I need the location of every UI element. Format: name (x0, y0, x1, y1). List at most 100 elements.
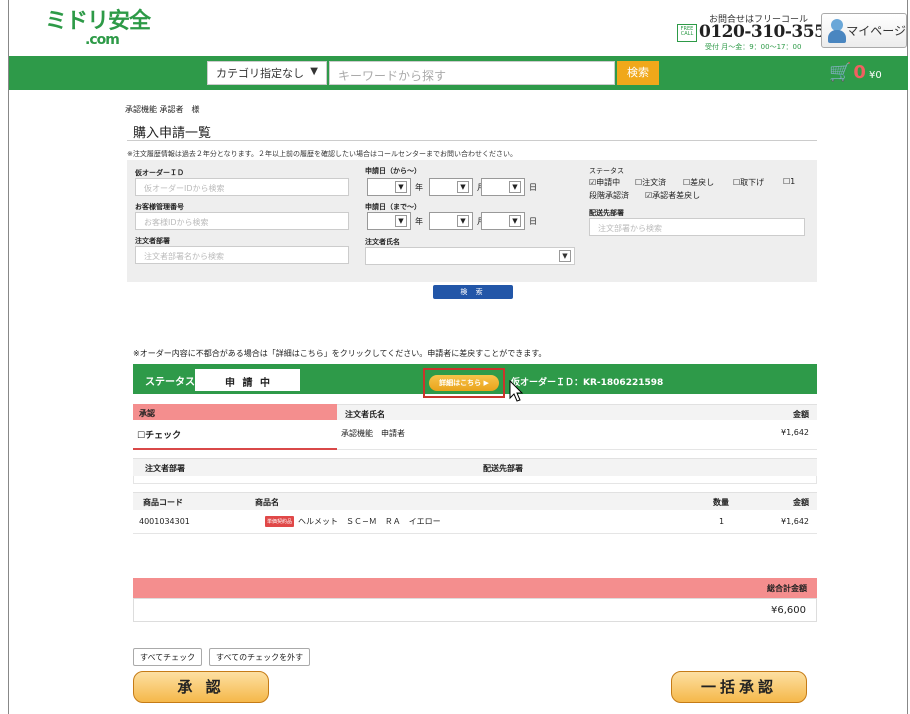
status-checkbox-approver-returned[interactable]: ☑承認者差戻し (645, 190, 700, 201)
uncheck-all-button[interactable]: すべてのチェックを外す (209, 648, 311, 666)
user-avatar-icon (828, 18, 846, 43)
orderer-header: 注文者氏名 (345, 410, 385, 419)
temp-order-label: 仮オーダーＩＤ (135, 169, 184, 177)
status-checkbox-withdrawn[interactable]: ☐取下げ (733, 177, 764, 188)
chevron-down-icon: ▼ (559, 250, 571, 262)
order-status-value: 申 請 中 (195, 369, 300, 391)
item-name[interactable]: ヘルメット ＳＣ−Ｍ ＲＡ イエロー (298, 517, 441, 526)
keyword-search-input[interactable]: キーワードから探す (329, 61, 615, 85)
item-name-header: 商品名 (255, 498, 279, 507)
status-stage-approved: 段階承認済 (589, 191, 629, 200)
status-checkbox-stage1[interactable]: ☐1 (783, 177, 795, 186)
item-amount-header: 金額 (793, 498, 809, 507)
order-amount: ¥1,642 (781, 428, 809, 437)
approve-check[interactable]: ☐チェック (137, 428, 181, 441)
dept-table-header: 注文者部署 配送先部署 (133, 458, 817, 476)
cart-total: ¥0 (868, 70, 882, 81)
item-name-cell: 単価契約品 ヘルメット ＳＣ−Ｍ ＲＡ イエロー (265, 516, 441, 527)
chevron-down-icon: ▼ (457, 215, 469, 227)
item-code: 4001034301 (139, 517, 190, 526)
ship-dept-input[interactable]: 注文部署から検索 (589, 218, 805, 236)
search-form: 仮オーダーＩＤ 仮オーダーIDから検索 お客様管理番号 お客様IDから検索 注文… (127, 160, 817, 282)
year-label: 年 (415, 183, 423, 192)
temp-order-input[interactable]: 仮オーダーIDから検索 (135, 178, 349, 196)
to-month-select[interactable]: ▼ (429, 212, 473, 230)
orderer-label: 注文者氏名 (365, 238, 400, 246)
item-qty-header: 数量 (713, 498, 729, 507)
chevron-down-icon: ▼ (395, 215, 407, 227)
date-to-label: 申請日（まで〜） (365, 203, 421, 211)
free-call-icon: FREE CALL (677, 24, 697, 42)
search-button[interactable]: 検 索 (433, 285, 513, 299)
from-year-select[interactable]: ▼ (367, 178, 411, 196)
day-label: 日 (529, 183, 537, 192)
to-year-select[interactable]: ▼ (367, 212, 411, 230)
cart-button[interactable]: 🛒 0 ¥0 (829, 62, 882, 83)
item-code-header: 商品コード (143, 498, 183, 507)
cart-count: 0 (853, 62, 866, 83)
orderer-select[interactable]: ▼ (365, 247, 575, 265)
status-label: ステータス (589, 167, 624, 175)
status-checkbox-applying[interactable]: ☑申請中 (589, 177, 620, 188)
approve-header: 承認 (139, 409, 155, 418)
to-day-select[interactable]: ▼ (481, 212, 525, 230)
details-button[interactable]: 詳細はこちら ▶ (429, 375, 499, 391)
mouse-cursor-icon (509, 380, 524, 402)
item-qty: 1 (719, 517, 725, 526)
year-label: 年 (415, 217, 423, 226)
mypage-label: マイページ (846, 24, 906, 38)
ship-dept-label: 配送先部署 (589, 209, 624, 217)
history-note: ※注文履歴情報は過去２年分となります。２年以上前の履歴を確認したい場合はコールセ… (127, 150, 517, 158)
phone-number: 0120-310-355 (699, 22, 826, 42)
dept-label: 注文者部署 (135, 237, 170, 245)
site-logo[interactable]: ミドリ安全 .com (45, 11, 151, 49)
order-id: 仮オーダーＩＤ：KR-1806221598 (511, 378, 664, 388)
details-highlight: 詳細はこちら ▶ (423, 368, 505, 398)
chevron-down-icon: ▼ (509, 181, 521, 193)
total-header: 総合計金額 (133, 578, 817, 598)
page-title: 購入申請一覧 (133, 126, 212, 141)
chevron-down-icon: ▼ (509, 215, 521, 227)
amount-header: 金額 (793, 410, 809, 419)
notice-text: ※オーダー内容に不都合がある場合は「詳細はこちら」をクリックしてください。申請者… (133, 349, 547, 358)
category-value: カテゴリ指定なし (216, 67, 304, 80)
title-divider (127, 140, 817, 141)
total-value-row: ¥6,600 (133, 598, 817, 622)
mypage-button[interactable]: マイページ (821, 13, 907, 48)
customer-no-label: お客様管理番号 (135, 203, 184, 211)
category-select[interactable]: カテゴリ指定なし ▼ (207, 61, 327, 85)
page-frame: ミドリ安全 .com お問合せはフリーコール FREE CALL 0120-31… (8, 0, 908, 714)
status-checkbox-ordered[interactable]: ☐注文済 (635, 177, 666, 188)
checkbox-icon: ☐ (137, 431, 146, 441)
from-day-select[interactable]: ▼ (481, 178, 525, 196)
cart-icon: 🛒 (829, 62, 852, 83)
ship-header: 配送先部署 (483, 464, 523, 473)
orderer-name: 承認機能 申請者 (341, 429, 405, 438)
bulk-approve-button[interactable]: 一括承認 (671, 671, 807, 703)
chevron-down-icon: ▼ (395, 181, 407, 193)
contract-price-badge: 単価契約品 (265, 516, 295, 527)
total-label: 総合計金額 (767, 584, 807, 593)
check-all-button[interactable]: すべてチェック (133, 648, 203, 666)
from-month-select[interactable]: ▼ (429, 178, 473, 196)
approval-row: ☐チェック 承認機能 申請者 ¥1,642 (133, 420, 817, 450)
orderer-header-cell: 注文者氏名 金額 (337, 404, 817, 420)
contact-block: お問合せはフリーコール FREE CALL 0120-310-355 受付 月〜… (677, 12, 826, 52)
search-bar: カテゴリ指定なし ▼ キーワードから探す 検索 🛒 0 ¥0 (9, 56, 908, 90)
customer-no-input[interactable]: お客様IDから検索 (135, 212, 349, 230)
approve-underline (133, 448, 337, 450)
table-row: 4001034301 単価契約品 ヘルメット ＳＣ−Ｍ ＲＡ イエロー 1 ¥1,… (133, 510, 817, 534)
status-checkbox-returned[interactable]: ☐差戻し (683, 177, 714, 188)
logo-sub: .com (85, 32, 120, 48)
items-table-header: 商品コード 商品名 数量 金額 (133, 492, 817, 510)
approve-button[interactable]: 承 認 (133, 671, 269, 703)
chevron-down-icon: ▼ (310, 66, 318, 77)
item-amount: ¥1,642 (781, 517, 809, 526)
order-header: ステータス： 申 請 中 詳細はこちら ▶ 仮オーダーＩＤ：KR-1806221… (133, 364, 817, 398)
header-search-button[interactable]: 検索 (617, 61, 659, 85)
dept-row (133, 476, 817, 484)
business-hours: 受付 月〜金：9：00〜17：00 (705, 43, 802, 51)
dept-input[interactable]: 注文者部署名から検索 (135, 246, 349, 264)
dept-header: 注文者部署 (145, 464, 185, 473)
chevron-down-icon: ▼ (457, 181, 469, 193)
